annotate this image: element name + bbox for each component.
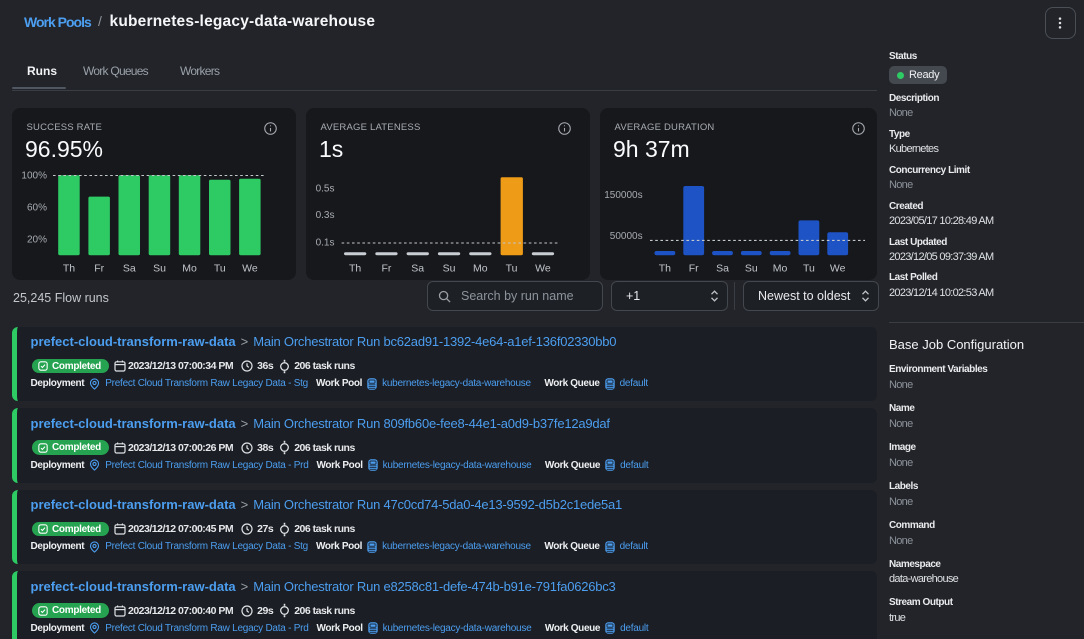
svg-text:20%: 20% (27, 235, 47, 246)
svg-text:We: We (535, 263, 551, 275)
svg-text:150000s: 150000s (604, 190, 642, 201)
svg-text:Th: Th (63, 263, 75, 275)
svg-text:Mo: Mo (773, 263, 788, 275)
svg-text:Fr: Fr (689, 263, 699, 275)
svg-text:Fr: Fr (94, 263, 104, 275)
svg-text:Sa: Sa (411, 263, 424, 275)
svg-text:Sa: Sa (123, 263, 136, 275)
svg-text:Mo: Mo (182, 263, 197, 275)
svg-text:60%: 60% (27, 203, 47, 214)
svg-text:Th: Th (349, 263, 361, 275)
svg-text:Tu: Tu (214, 263, 226, 275)
svg-text:Mo: Mo (473, 263, 488, 275)
svg-text:Th: Th (659, 263, 671, 275)
svg-text:50000s: 50000s (610, 231, 643, 242)
svg-text:We: We (242, 263, 258, 275)
svg-text:100%: 100% (21, 171, 47, 182)
svg-text:Tu: Tu (506, 263, 518, 275)
svg-text:Tu: Tu (803, 263, 815, 275)
svg-text:Su: Su (443, 263, 456, 275)
svg-text:0.3s: 0.3s (316, 210, 335, 221)
svg-text:Sa: Sa (716, 263, 729, 275)
svg-text:0.5s: 0.5s (316, 184, 335, 195)
svg-text:We: We (830, 263, 846, 275)
svg-text:0.1s: 0.1s (316, 238, 335, 249)
svg-text:Su: Su (153, 263, 166, 275)
svg-text:Fr: Fr (381, 263, 391, 275)
svg-text:Su: Su (745, 263, 758, 275)
